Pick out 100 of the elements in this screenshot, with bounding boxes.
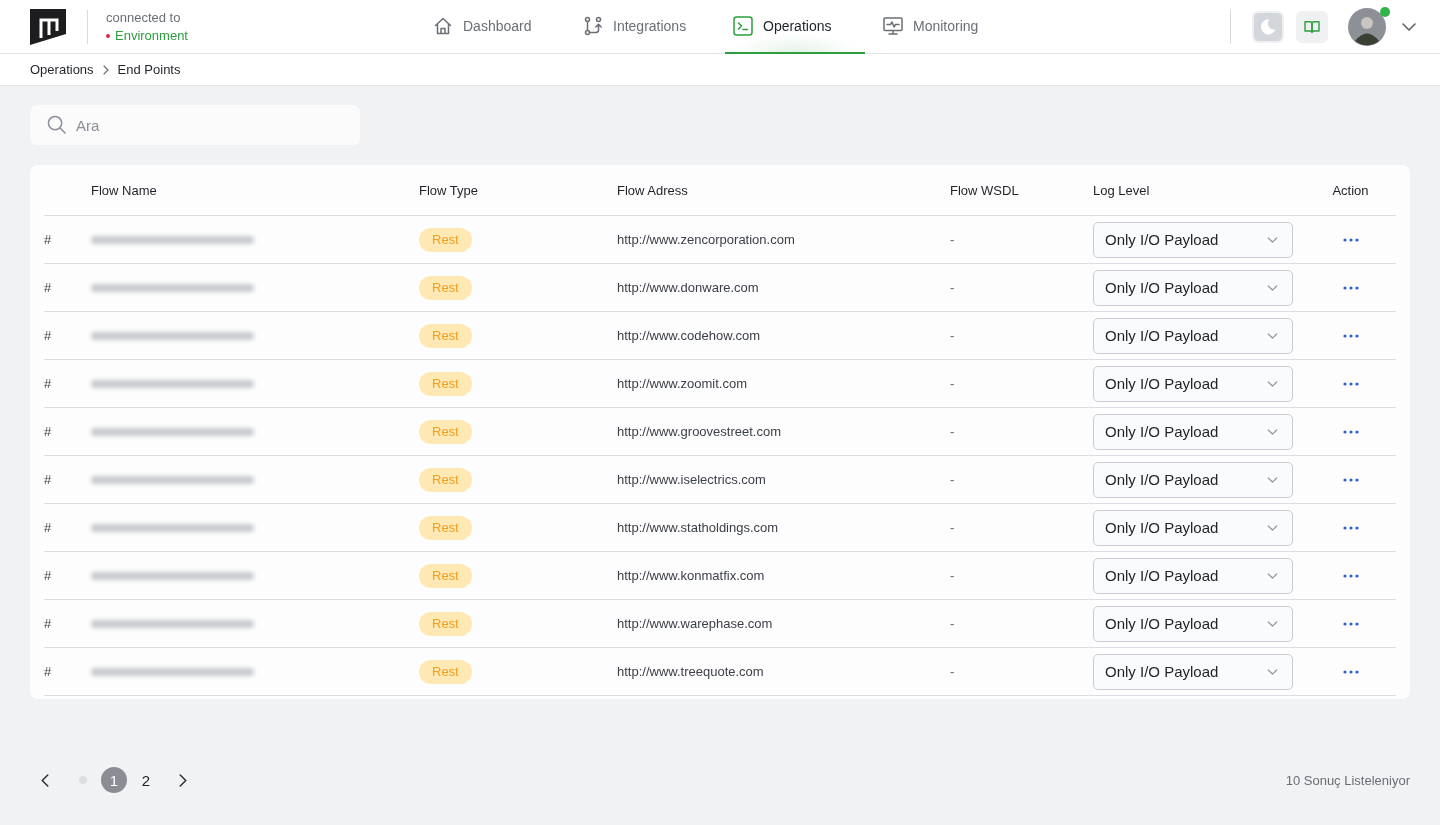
- flow-type-badge: Rest: [419, 275, 472, 300]
- chevron-down-icon: [1267, 428, 1278, 435]
- avatar[interactable]: [1348, 7, 1386, 46]
- flow-address: http://www.treequote.com: [617, 664, 764, 679]
- more-icon[interactable]: [1342, 333, 1359, 338]
- chevron-down-icon: [1267, 236, 1278, 243]
- result-count: 10 Sonuç Listeleniyor: [1285, 772, 1410, 788]
- flow-wsdl: -: [950, 472, 955, 487]
- chevron-right-icon: [102, 64, 109, 75]
- more-icon[interactable]: [1342, 573, 1359, 578]
- flow-wsdl: -: [950, 568, 955, 583]
- log-level-select[interactable]: Only I/O Payload: [1093, 605, 1293, 642]
- docs-button[interactable]: [1296, 10, 1328, 43]
- row-index: #: [44, 328, 52, 343]
- flow-type-badge: Rest: [419, 323, 472, 348]
- chevron-right-icon[interactable]: [179, 773, 187, 787]
- flow-wsdl: -: [950, 232, 955, 247]
- home-icon: [433, 16, 453, 36]
- column-header: Action: [1332, 182, 1369, 198]
- log-level-select[interactable]: Only I/O Payload: [1093, 365, 1293, 402]
- flow-type-badge: Rest: [419, 419, 472, 444]
- column-header: Flow WSDL: [950, 182, 1019, 198]
- row-index: #: [44, 664, 52, 679]
- chevron-down-icon: [1267, 620, 1278, 627]
- log-level-select[interactable]: Only I/O Payload: [1093, 509, 1293, 546]
- flow-address: http://www.zoomit.com: [617, 376, 748, 391]
- row-index: #: [44, 472, 52, 487]
- flow-wsdl: -: [950, 280, 955, 295]
- flow-wsdl: -: [950, 520, 955, 535]
- chevron-down-icon: [1267, 572, 1278, 579]
- more-icon[interactable]: [1342, 669, 1359, 674]
- column-header: Flow Type: [419, 182, 478, 198]
- chevron-down-icon: [1267, 380, 1278, 387]
- chevron-down-icon: [1267, 668, 1278, 675]
- flow-address: http://www.groovestreet.com: [617, 424, 781, 439]
- moon-icon: [1254, 12, 1282, 41]
- branch-icon: [583, 16, 603, 36]
- book-icon: [1304, 19, 1320, 34]
- log-level-select[interactable]: Only I/O Payload: [1093, 461, 1293, 498]
- chevron-down-icon: [1267, 476, 1278, 483]
- log-level-select[interactable]: Only I/O Payload: [1093, 269, 1293, 306]
- nav-tab[interactable]: Dashboard: [425, 0, 565, 54]
- flow-type-badge: Rest: [419, 563, 472, 588]
- chevron-down-icon: [1267, 332, 1278, 339]
- status-dot-icon: [106, 33, 110, 38]
- flow-type-badge: Rest: [419, 515, 472, 540]
- more-icon[interactable]: [1342, 285, 1359, 290]
- log-level-select[interactable]: Only I/O Payload: [1093, 653, 1293, 690]
- column-header: Flow Name: [91, 182, 157, 198]
- more-icon[interactable]: [1342, 237, 1359, 242]
- flow-wsdl: -: [950, 616, 955, 631]
- flow-address: http://www.zencorporation.com: [617, 232, 795, 247]
- page-button[interactable]: 2: [133, 767, 159, 793]
- monitor-icon: [883, 16, 903, 36]
- logo-icon: [30, 8, 66, 45]
- environment-name: Environment: [115, 28, 188, 43]
- breadcrumb-item[interactable]: Operations: [30, 62, 94, 77]
- chevron-down-icon: [1267, 284, 1278, 291]
- log-level-select[interactable]: Only I/O Payload: [1093, 221, 1293, 258]
- flow-wsdl: -: [950, 664, 955, 679]
- flow-type-badge: Rest: [419, 659, 472, 684]
- flow-wsdl: -: [950, 376, 955, 391]
- nav-tab[interactable]: Monitoring: [875, 0, 1015, 54]
- column-header: Log Level: [1093, 182, 1150, 198]
- flow-address: http://www.konmatfix.com: [617, 568, 765, 583]
- row-index: #: [44, 376, 52, 391]
- log-level-select[interactable]: Only I/O Payload: [1093, 413, 1293, 450]
- row-index: #: [44, 280, 52, 295]
- flow-wsdl: -: [950, 328, 955, 343]
- column-header: Flow Adress: [617, 182, 688, 198]
- more-icon[interactable]: [1342, 381, 1359, 386]
- row-index: #: [44, 616, 52, 631]
- chevron-down-icon: [1267, 524, 1278, 531]
- row-index: #: [44, 424, 52, 439]
- flow-address: http://www.statholdings.com: [617, 520, 779, 535]
- chevron-left-icon[interactable]: [41, 773, 49, 787]
- flow-type-badge: Rest: [419, 611, 472, 636]
- row-index: #: [44, 520, 52, 535]
- log-level-select[interactable]: Only I/O Payload: [1093, 557, 1293, 594]
- flow-type-badge: Rest: [419, 371, 472, 396]
- connection-label: connected to: [106, 10, 182, 25]
- row-index: #: [44, 232, 52, 247]
- flow-address: http://www.iselectrics.com: [617, 472, 766, 487]
- nav-tab[interactable]: Integrations: [575, 0, 715, 54]
- flow-address: http://www.codehow.com: [617, 328, 761, 343]
- log-level-select[interactable]: Only I/O Payload: [1093, 317, 1293, 354]
- flow-type-badge: Rest: [419, 467, 472, 492]
- search-field[interactable]: Ara: [30, 105, 360, 145]
- chevron-down-icon[interactable]: [1402, 22, 1416, 31]
- terminal-icon: [733, 16, 753, 36]
- more-icon[interactable]: [1342, 477, 1359, 482]
- breadcrumb-item: End Points: [117, 62, 181, 77]
- flow-wsdl: -: [950, 424, 955, 439]
- flow-address: http://www.donware.com: [617, 280, 759, 295]
- flow-address: http://www.warephase.com: [617, 616, 773, 631]
- more-icon[interactable]: [1342, 621, 1359, 626]
- more-icon[interactable]: [1342, 429, 1359, 434]
- flow-type-badge: Rest: [419, 227, 472, 252]
- more-icon[interactable]: [1342, 525, 1359, 530]
- row-index: #: [44, 568, 52, 583]
